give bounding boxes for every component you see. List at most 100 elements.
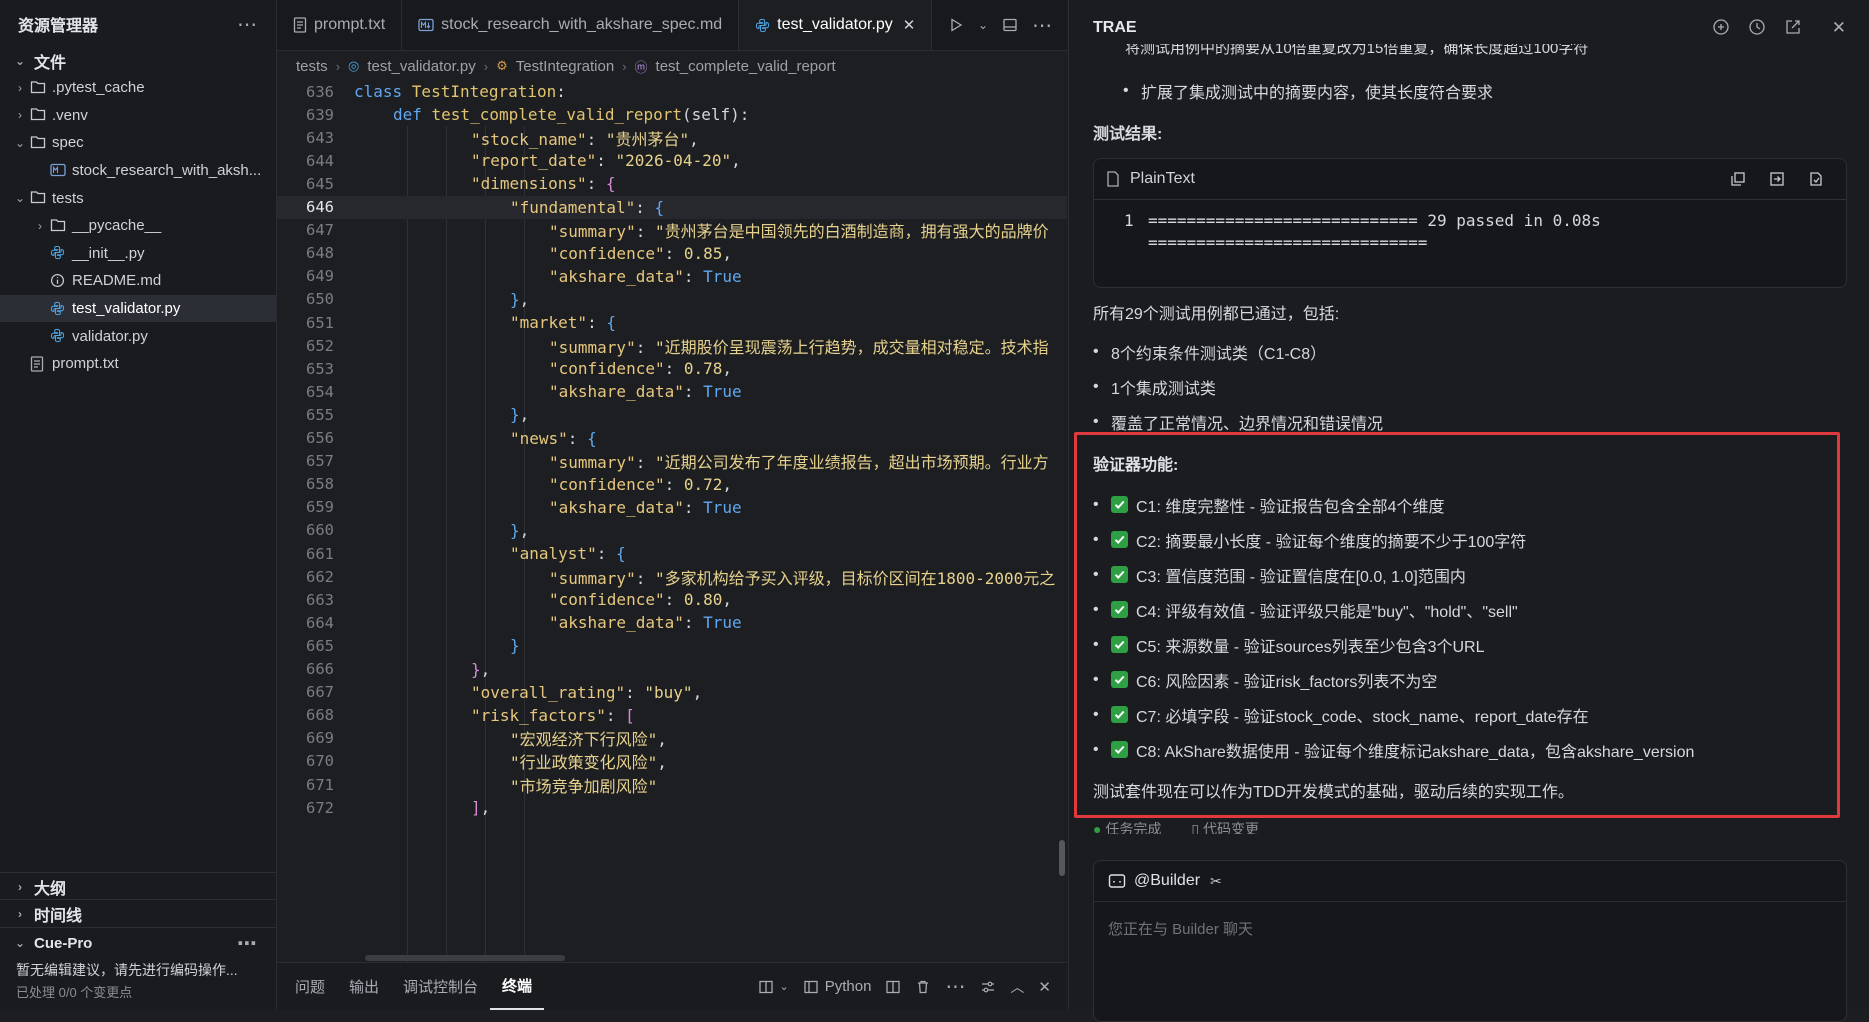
- tree-item[interactable]: README.md: [0, 267, 276, 295]
- cue-pro-section[interactable]: ⌄ Cue-Pro ⋯ 暂无编辑建议，请先进行编码操作... 已处理 0/0 个变…: [0, 927, 276, 1004]
- code-line[interactable]: 655},: [277, 403, 1067, 426]
- split-terminal-icon[interactable]: [758, 979, 774, 995]
- code-line[interactable]: 652 "summary": "近期股价呈现震荡上行趋势，成交量相对稳定。技术指: [277, 334, 1067, 357]
- tab-problems[interactable]: 问题: [283, 963, 337, 1010]
- terminal-language[interactable]: Python: [825, 978, 872, 995]
- tab-prompt-txt[interactable]: prompt.txt: [277, 0, 403, 50]
- horizontal-scrollbar-thumb[interactable]: [365, 955, 565, 961]
- tree-item[interactable]: › __pycache__: [0, 212, 276, 240]
- explorer-more-icon[interactable]: ⋯: [237, 12, 258, 37]
- code-line[interactable]: 667 "overall_rating": "buy",: [277, 681, 1067, 704]
- breadcrumb-item[interactable]: test_validator.py: [367, 58, 475, 75]
- chevron-down-icon[interactable]: ⌄: [978, 18, 988, 32]
- tree-item[interactable]: __init__.py: [0, 240, 276, 268]
- split-editor-icon[interactable]: [1002, 17, 1018, 33]
- chat-input[interactable]: 您正在与 Builder 聊天: [1094, 902, 1846, 955]
- tree-item[interactable]: test_validator.py: [0, 294, 276, 323]
- files-section-header[interactable]: ⌄ 文件: [0, 48, 276, 74]
- code-line[interactable]: 636 class TestIntegration:: [277, 80, 1067, 104]
- code-line[interactable]: 665}: [277, 634, 1067, 657]
- code-line[interactable]: 643 "stock_name": "贵州茅台",: [277, 126, 1067, 149]
- tab-spec-md[interactable]: stock_research_with_akshare_spec.md: [402, 0, 740, 50]
- close-icon[interactable]: ✕: [1832, 18, 1846, 38]
- code-token: :: [567, 428, 588, 448]
- code-line[interactable]: 639 def test_complete_valid_report(self):: [277, 103, 1067, 127]
- tab-debug-console[interactable]: 调试控制台: [391, 963, 490, 1010]
- cue-pro-more-icon[interactable]: ⋯: [237, 931, 258, 956]
- tree-item[interactable]: › .pytest_cache: [0, 74, 276, 102]
- timeline-section[interactable]: › 时间线: [0, 899, 276, 928]
- tab-output[interactable]: 输出: [337, 963, 391, 1010]
- code-line[interactable]: 660},: [277, 519, 1067, 542]
- code-area[interactable]: 636 class TestIntegration: 639 def test_com…: [277, 80, 1067, 962]
- bullet-dot: •: [1093, 740, 1099, 758]
- code-text: "stock_name": "贵州茅台",: [471, 126, 699, 150]
- copy-icon[interactable]: [1730, 171, 1746, 187]
- run-icon[interactable]: [948, 17, 964, 33]
- code-line[interactable]: 669 "宏观经济下行风险",: [277, 727, 1067, 750]
- tab-test-validator-py[interactable]: test_validator.py ✕: [739, 0, 933, 50]
- code-changes-link[interactable]: ▯ 代码变更: [1191, 819, 1259, 834]
- chevron-down-icon[interactable]: ⌄: [780, 980, 789, 993]
- tab-terminal[interactable]: 终端: [490, 963, 545, 1010]
- history-icon[interactable]: [1748, 18, 1766, 36]
- split-icon[interactable]: [885, 979, 901, 995]
- code-line[interactable]: 644 "report_date": "2026-04-20",: [277, 149, 1067, 172]
- chevron-up-icon[interactable]: ︿: [1010, 977, 1024, 997]
- more-icon[interactable]: ⋯: [1032, 13, 1053, 38]
- trash-icon[interactable]: [915, 979, 931, 995]
- open-external-icon[interactable]: [1784, 18, 1802, 36]
- outline-section[interactable]: › 大纲: [0, 872, 276, 901]
- breadcrumb-item[interactable]: test_complete_valid_report: [656, 58, 836, 75]
- new-chat-icon[interactable]: [1712, 18, 1730, 36]
- code-line[interactable]: 668 "risk_factors": [: [277, 704, 1067, 727]
- code-line[interactable]: 649 "akshare_data": True: [277, 265, 1067, 288]
- code-line[interactable]: 648 "confidence": 0.85,: [277, 242, 1067, 265]
- tools-icon[interactable]: ✂: [1210, 873, 1222, 890]
- code-line[interactable]: 646 "fundamental": {: [277, 195, 1067, 219]
- tree-item[interactable]: stock_research_with_aksh...: [0, 157, 276, 185]
- code-line[interactable]: 658 "confidence": 0.72,: [277, 473, 1067, 496]
- code-line[interactable]: 670 "行业政策变化风险",: [277, 750, 1067, 773]
- code-token: {: [615, 544, 626, 564]
- code-line[interactable]: 661 "analyst": {: [277, 542, 1067, 565]
- settings-sliders-icon[interactable]: [980, 979, 996, 995]
- tree-item-label: test_validator.py: [72, 300, 181, 318]
- scrollbar-thumb[interactable]: [1059, 840, 1065, 876]
- code-line[interactable]: 664 "akshare_data": True: [277, 611, 1067, 634]
- code-line[interactable]: 666},: [277, 658, 1067, 681]
- code-line[interactable]: 662 "summary": "多家机构给予买入评级，目标价区间在1800-200…: [277, 565, 1067, 588]
- agent-selector[interactable]: @Builder ✂: [1094, 861, 1846, 902]
- close-icon[interactable]: ✕: [1038, 978, 1051, 996]
- tree-item[interactable]: ⌄ tests: [0, 184, 276, 212]
- tree-item[interactable]: ⌄ spec: [0, 129, 276, 157]
- code-line[interactable]: 656 "news": {: [277, 427, 1067, 450]
- tree-item[interactable]: › .venv: [0, 102, 276, 130]
- code-line[interactable]: 657 "summary": "近期公司发布了年度业绩报告，超出市场预期。行业方: [277, 450, 1067, 473]
- breadcrumb-item[interactable]: TestIntegration: [516, 58, 614, 75]
- code-line[interactable]: 647 "summary": "贵州茅台是中国领先的白酒制造商，拥有强大的品牌价: [277, 219, 1067, 242]
- close-icon[interactable]: ✕: [903, 16, 916, 34]
- code-token: {: [605, 174, 616, 194]
- apply-icon[interactable]: [1808, 171, 1824, 187]
- tree-item[interactable]: validator.py: [0, 322, 276, 350]
- code-token: :: [664, 359, 684, 379]
- code-token: TestIntegration: [411, 82, 557, 102]
- code-line[interactable]: 651 "market": {: [277, 311, 1067, 334]
- code-line[interactable]: 650},: [277, 288, 1067, 311]
- code-line[interactable]: 659 "akshare_data": True: [277, 496, 1067, 519]
- insert-icon[interactable]: [1769, 171, 1785, 187]
- more-icon[interactable]: ⋯: [945, 974, 966, 999]
- code-token: "summary": [549, 337, 636, 357]
- terminal-layout-icon[interactable]: [803, 979, 819, 995]
- code-line[interactable]: 653 "confidence": 0.78,: [277, 357, 1067, 380]
- breadcrumb-item[interactable]: tests: [296, 58, 328, 75]
- code-line[interactable]: 663 "confidence": 0.80,: [277, 588, 1067, 611]
- code-line[interactable]: 671 "市场竞争加剧风险": [277, 773, 1067, 796]
- editor-scrollbar[interactable]: [1056, 80, 1067, 962]
- code-line[interactable]: 672],: [277, 796, 1067, 819]
- code-line[interactable]: 654 "akshare_data": True: [277, 380, 1067, 403]
- code-line[interactable]: 645 "dimensions": {: [277, 172, 1067, 195]
- code-text: ],: [471, 798, 490, 817]
- tree-item[interactable]: prompt.txt: [0, 350, 276, 378]
